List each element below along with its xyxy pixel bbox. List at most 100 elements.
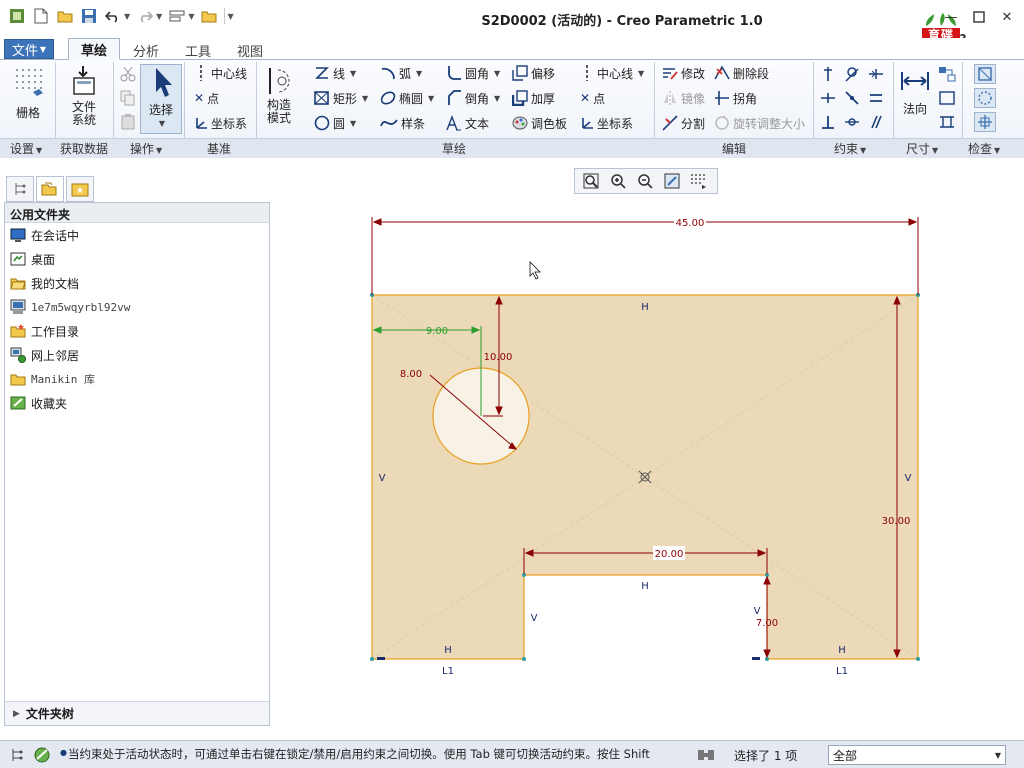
browser-toggle-icon[interactable] (32, 745, 52, 765)
dimension-height-label[interactable]: 30.00 (882, 516, 911, 527)
constraint-v-slot-right[interactable]: V (754, 606, 761, 617)
constraint-equal-icon[interactable] (868, 90, 884, 109)
constraint-h-top[interactable]: H (641, 302, 649, 313)
dimension-perimeter-icon[interactable] (938, 114, 956, 133)
tab-view[interactable]: 视图 (228, 40, 272, 60)
constraint-vertical-icon[interactable] (820, 66, 836, 85)
constraint-symmetric-icon[interactable] (844, 114, 860, 133)
model-tree-toggle-icon[interactable] (8, 746, 26, 764)
shade-closed-loops-icon[interactable] (974, 112, 996, 132)
close-button[interactable]: ✕ (996, 8, 1018, 26)
constraint-h-bottom-right[interactable]: H (838, 645, 846, 656)
tab-model-tree[interactable] (6, 176, 34, 202)
divide-button[interactable]: 分割 (662, 114, 705, 132)
group-constrain[interactable]: 约束 ▼ (834, 140, 866, 157)
constraint-perpendicular-icon[interactable] (820, 114, 836, 133)
spline-button[interactable]: 样条 (380, 114, 425, 132)
rectangle-label: 矩形 (333, 91, 358, 106)
line-button[interactable]: 线 ▼ (314, 64, 356, 82)
folder-tree-toggle[interactable]: ▶ 文件夹树 (5, 701, 269, 725)
folder-item-in-session[interactable]: 在会话中 (5, 223, 269, 247)
selection-filter-dropdown[interactable]: 全部 ▼ (828, 745, 1006, 765)
paste-icon[interactable] (120, 114, 136, 133)
datum-point-button[interactable]: ✕ 点 (194, 89, 219, 107)
sketch-csys-button[interactable]: 坐标系 (580, 114, 633, 132)
sketch-centerline-button[interactable]: 中心线 ▼ (580, 64, 644, 82)
text-button[interactable]: 文本 (446, 114, 489, 132)
tab-favorites[interactable] (66, 176, 94, 202)
selection-filter-icon[interactable] (696, 747, 716, 763)
offset-button[interactable]: 偏移 (512, 64, 555, 82)
dimension-width-label[interactable]: 45.00 (676, 218, 705, 229)
constraint-tangent-icon[interactable] (844, 66, 860, 85)
group-operations[interactable]: 操作 ▼ (130, 140, 162, 157)
constraint-horizontal-icon[interactable] (820, 90, 836, 109)
delete-segment-button[interactable]: 删除段 (714, 64, 769, 82)
corner-button[interactable]: 拐角 (714, 89, 757, 107)
constraint-h-slot[interactable]: H (641, 581, 649, 592)
group-inspect[interactable]: 检查 ▼ (968, 140, 1000, 157)
constraint-midpoint-icon[interactable] (868, 66, 884, 85)
folder-item-working-directory[interactable]: 工作目录 (5, 319, 269, 343)
fillet-button[interactable]: 圆角 ▼ (446, 64, 500, 82)
tab-sketch[interactable]: 草绘 (68, 38, 120, 60)
constraint-v-slot-left[interactable]: V (531, 613, 538, 624)
circle-button[interactable]: 圆 ▼ (314, 114, 356, 132)
maximize-icon (973, 11, 985, 23)
chamfer-label: 倒角 (465, 91, 490, 106)
folder-item-manikin-library[interactable]: Manikin 库 (5, 367, 269, 391)
dimension-hole-y-label[interactable]: 10.00 (484, 352, 513, 363)
baseline-dimension-icon[interactable] (938, 90, 956, 109)
constraint-h-bottom-left[interactable]: H (444, 645, 452, 656)
maximize-button[interactable] (968, 8, 990, 26)
thicken-button[interactable]: 加厚 (512, 89, 555, 107)
divide-label: 分割 (681, 116, 706, 131)
dimension-slot-depth-label[interactable]: 7.00 (756, 618, 778, 629)
cut-icon[interactable] (120, 66, 136, 85)
tab-folder-browser[interactable] (36, 176, 64, 202)
normal-dimension-button[interactable]: 法向 (898, 66, 932, 116)
mirror-button[interactable]: 镜像 (662, 89, 705, 107)
chamfer-button[interactable]: 倒角 ▼ (446, 89, 500, 107)
sketch-point-button[interactable]: ✕ 点 (580, 89, 605, 107)
rectangle-button[interactable]: 矩形 ▼ (314, 89, 368, 107)
sketch-canvas[interactable]: 45.00 30.00 9.00 10.00 8.00 20.00 7.00 H… (272, 160, 1024, 738)
folder-item-network[interactable]: 网上邻居 (5, 343, 269, 367)
dimension-hole-x-label[interactable]: 9.00 (426, 326, 448, 337)
tab-analysis[interactable]: 分析 (124, 40, 168, 60)
datum-csys-button[interactable]: 坐标系 (194, 114, 247, 132)
folder-item-favorites[interactable]: 收藏夹 (5, 391, 269, 415)
constraint-equal-right[interactable]: L1 (836, 666, 848, 677)
datum-centerline-button[interactable]: 中心线 (194, 64, 247, 82)
constraint-coincident-icon[interactable] (844, 90, 860, 109)
select-button[interactable]: 选择 ▼ (140, 64, 182, 134)
modify-button[interactable]: 修改 (662, 64, 705, 82)
overlap-geometry-icon[interactable] (974, 64, 996, 84)
folder-item-my-documents[interactable]: 我的文档 (5, 271, 269, 295)
constraint-equal-left[interactable]: L1 (442, 666, 454, 677)
folder-item-computer[interactable]: 1e7m5wqyrbl92vw (5, 295, 269, 319)
ellipse-button[interactable]: 椭圆 ▼ (380, 89, 434, 107)
group-settings[interactable]: 设置 ▼ (10, 140, 42, 157)
minimize-button[interactable]: — (940, 8, 962, 26)
file-system-button[interactable]: 文件 系统 (62, 64, 106, 127)
grid-button[interactable]: 栅格 (8, 66, 48, 120)
dimension-slot-width-label[interactable]: 20.00 (655, 549, 684, 560)
tab-file[interactable]: 文件 ▼ (4, 39, 54, 59)
group-dimension[interactable]: 尺寸 ▼ (906, 140, 938, 157)
copy-icon[interactable] (120, 90, 136, 109)
constraint-v-left[interactable]: V (379, 473, 386, 484)
palette-button[interactable]: 调色板 (512, 114, 567, 132)
chevron-down-icon: ▼ (156, 146, 163, 155)
constraint-v-right[interactable]: V (905, 473, 912, 484)
arc-button[interactable]: 弧 ▼ (380, 64, 422, 82)
construction-mode-button[interactable]: 构造 模式 (262, 66, 296, 125)
tab-tools[interactable]: 工具 (176, 40, 220, 60)
reference-dimension-icon[interactable] (938, 66, 956, 85)
dimension-hole-diameter-label[interactable]: 8.00 (400, 369, 422, 380)
rotate-resize-button[interactable]: 旋转调整大小 (714, 114, 805, 132)
dimension-width[interactable] (371, 217, 919, 295)
constraint-parallel-icon[interactable] (868, 114, 884, 133)
folder-item-desktop[interactable]: 桌面 (5, 247, 269, 271)
highlight-open-ends-icon[interactable] (974, 88, 996, 108)
